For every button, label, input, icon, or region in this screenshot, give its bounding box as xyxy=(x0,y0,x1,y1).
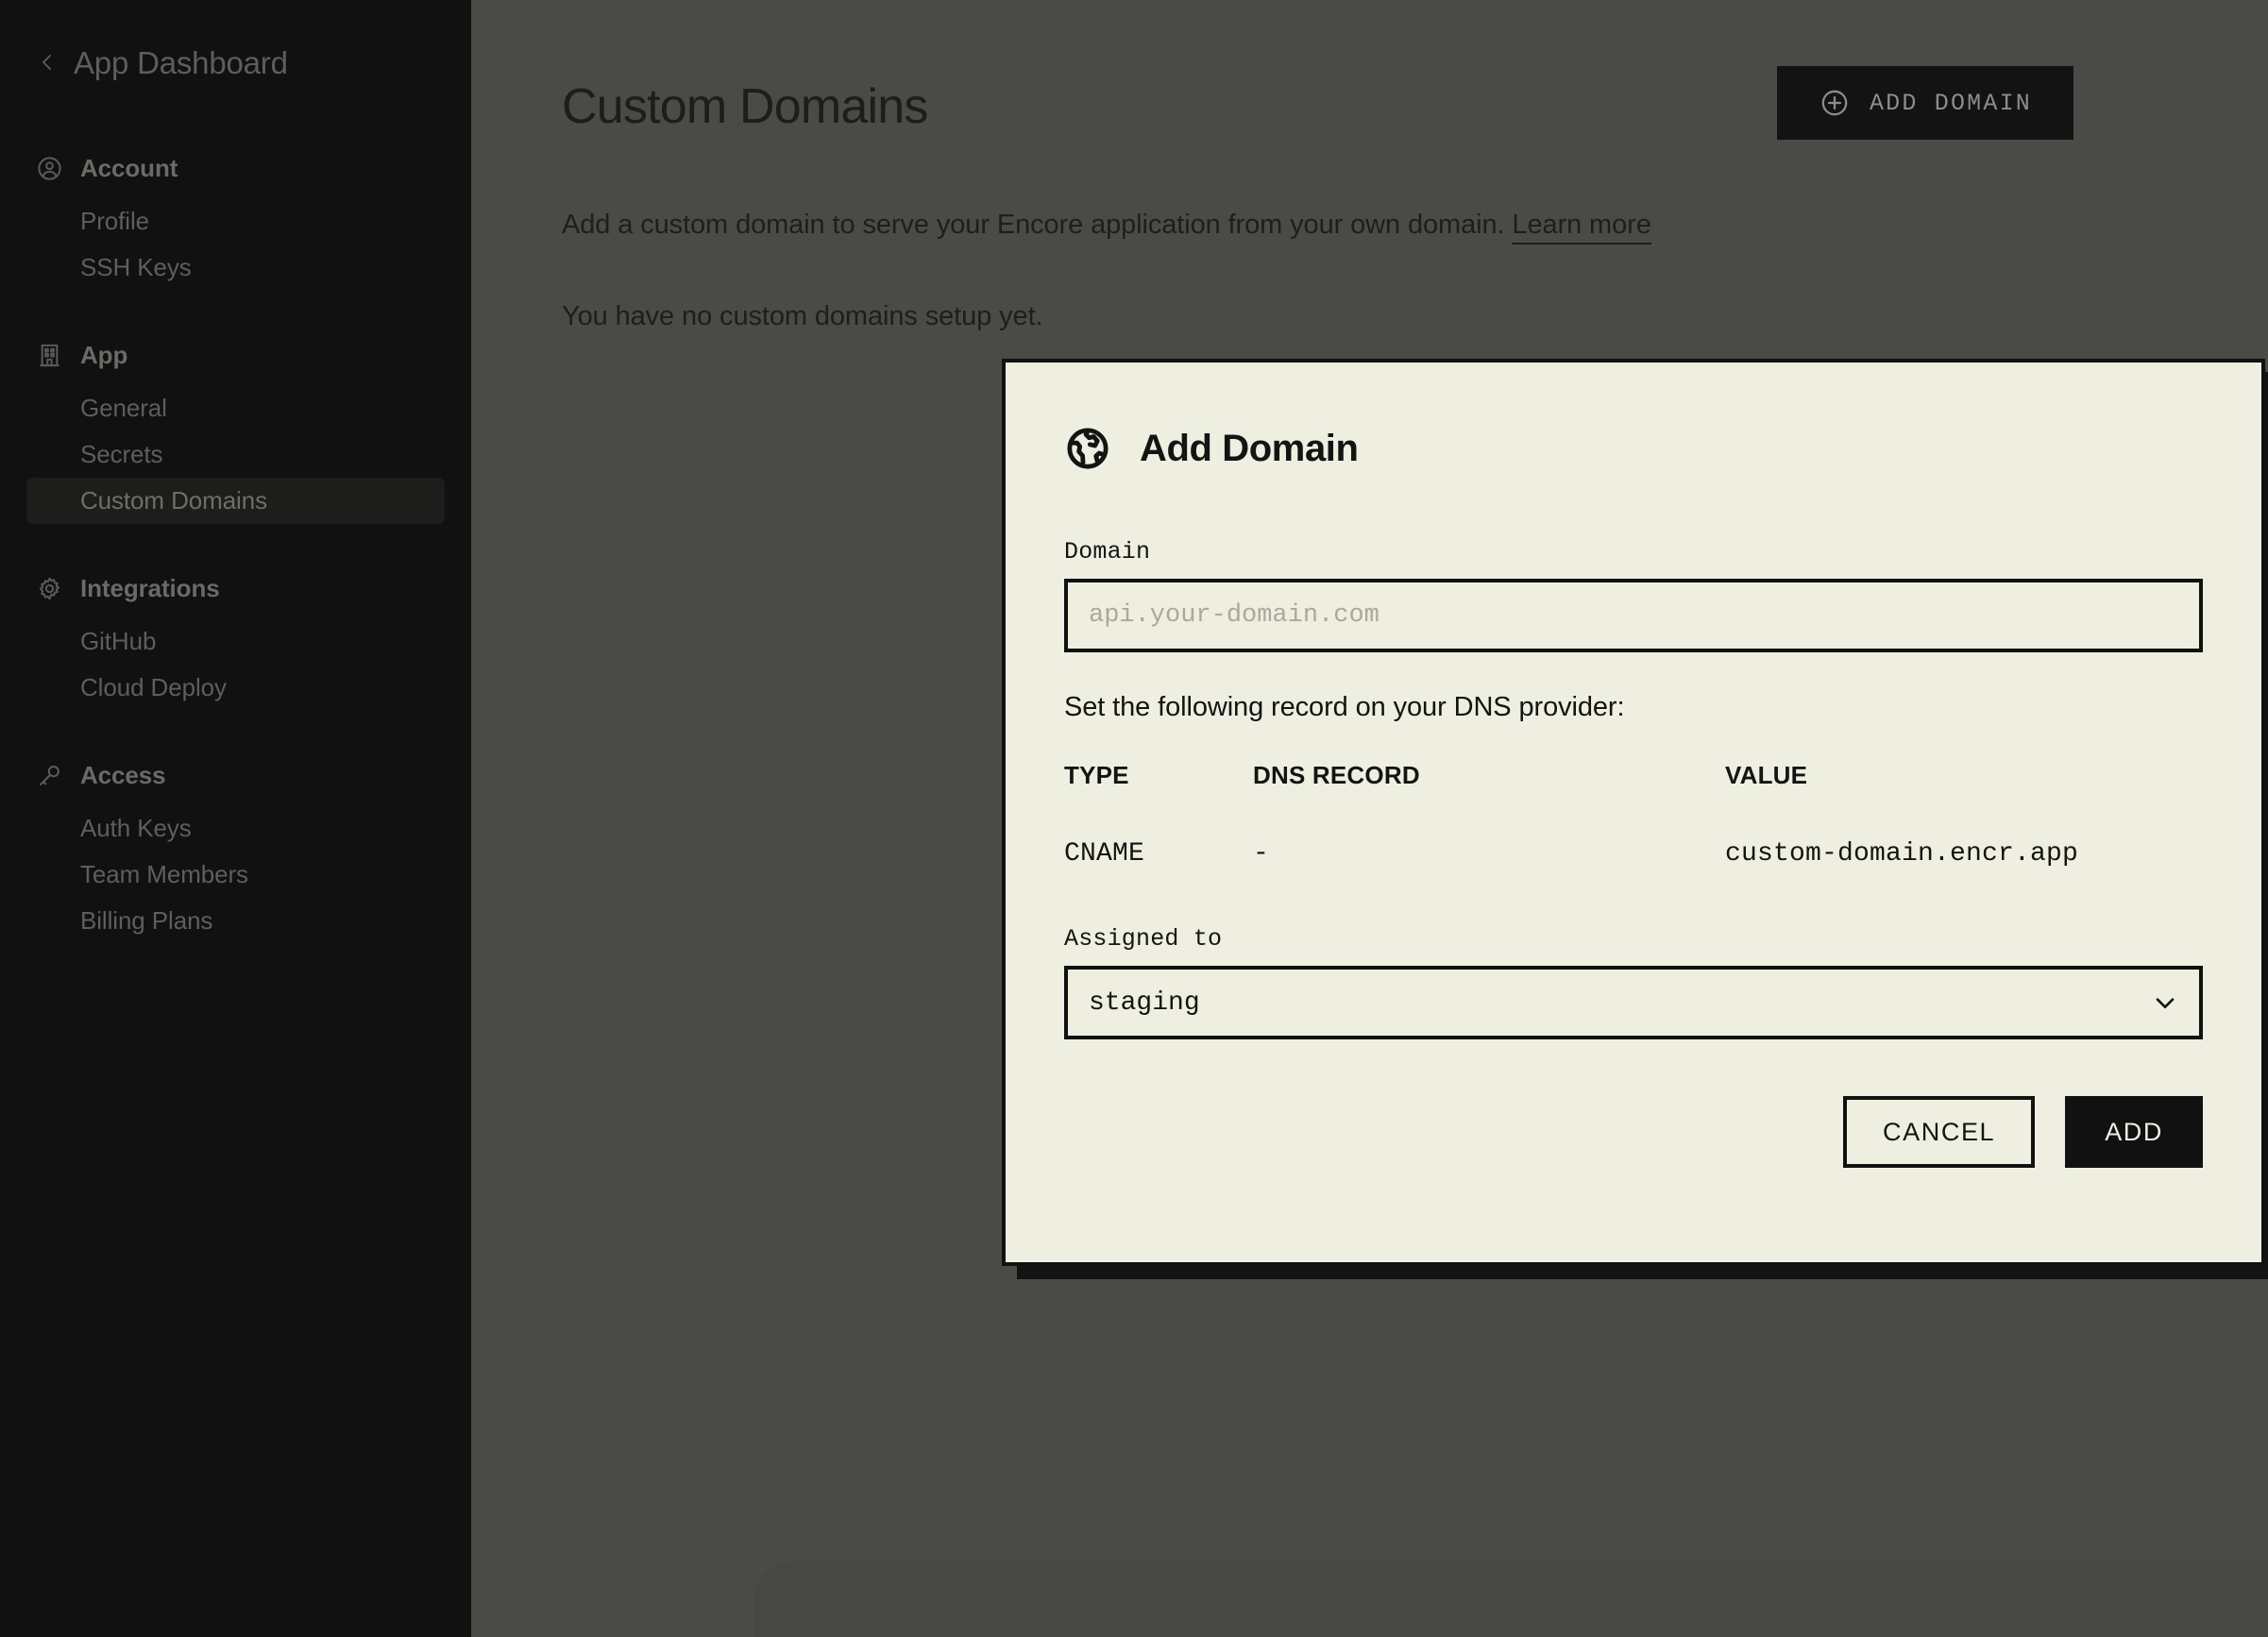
key-icon xyxy=(36,762,63,789)
dialog-title: Add Domain xyxy=(1140,427,1359,469)
column-header-type: TYPE xyxy=(1064,761,1129,789)
back-to-app-dashboard[interactable]: App Dashboard xyxy=(0,36,471,89)
nav-group-app: App General Secrets Custom Domains xyxy=(0,334,471,524)
domain-field-label: Domain xyxy=(1064,538,1151,565)
nav-group-header-access: Access xyxy=(0,754,471,796)
sidebar-item-billing-plans[interactable]: Billing Plans xyxy=(26,898,445,944)
nav-group-label: Account xyxy=(80,153,178,182)
cell-dns-record: - xyxy=(1253,839,1270,869)
nav-group-access: Access Auth Keys Team Members Billing Pl… xyxy=(0,754,471,944)
background-panel xyxy=(754,1561,2268,1637)
page-title: Custom Domains xyxy=(562,79,928,134)
add-domain-dialog: Add Domain Domain Set the following reco… xyxy=(1002,359,2265,1266)
empty-state-message: You have no custom domains setup yet. xyxy=(562,301,1043,331)
sidebar-item-custom-domains[interactable]: Custom Domains xyxy=(26,478,445,524)
sidebar: App Dashboard Account Profile SSH Keys A… xyxy=(0,0,471,1637)
globe-icon xyxy=(1064,425,1111,472)
dialog-header: Add Domain xyxy=(1064,363,2203,472)
plus-circle-icon xyxy=(1819,87,1851,119)
page-description-text: Add a custom domain to serve your Encore… xyxy=(562,210,1505,240)
learn-more-link[interactable]: Learn more xyxy=(1512,210,1651,245)
nav-group-header-integrations: Integrations xyxy=(0,567,471,609)
nav-group-label: Access xyxy=(80,760,166,789)
dns-records-table: TYPE DNS RECORD VALUE CNAME - custom-dom… xyxy=(1064,761,2203,869)
page-description: Add a custom domain to serve your Encore… xyxy=(562,210,2268,245)
nav-group-header-app: App xyxy=(0,334,471,376)
nav-group-header-account: Account xyxy=(0,147,471,189)
app-root: App Dashboard Account Profile SSH Keys A… xyxy=(0,0,2268,1637)
column-header-value: VALUE xyxy=(1725,761,1808,789)
sidebar-item-team-members[interactable]: Team Members xyxy=(26,852,445,898)
add-domain-button[interactable]: ADD DOMAIN xyxy=(1776,66,2073,140)
assigned-to-label: Assigned to xyxy=(1064,925,1223,953)
table-row: CNAME - custom-domain.encr.app xyxy=(1064,798,2203,869)
dns-instruction-text: Set the following record on your DNS pro… xyxy=(1064,692,1625,722)
cancel-button[interactable]: CANCEL xyxy=(1843,1096,2036,1168)
nav-group-label: App xyxy=(80,340,128,369)
gear-icon xyxy=(36,575,63,602)
chevron-left-icon xyxy=(36,51,59,74)
sidebar-item-auth-keys[interactable]: Auth Keys xyxy=(26,805,445,852)
domain-input[interactable] xyxy=(1064,579,2203,652)
sidebar-item-ssh-keys[interactable]: SSH Keys xyxy=(26,245,445,291)
cell-type: CNAME xyxy=(1064,839,1145,869)
nav-group-label: Integrations xyxy=(80,573,220,602)
page-content: Custom Domains ADD DOMAIN Add a custom d… xyxy=(471,0,2268,332)
nav-group-account: Account Profile SSH Keys xyxy=(0,147,471,291)
assigned-to-select[interactable]: staging xyxy=(1064,966,2203,1039)
page-header: Custom Domains ADD DOMAIN xyxy=(562,66,2268,140)
user-circle-icon xyxy=(36,155,63,182)
add-button[interactable]: ADD xyxy=(2065,1096,2203,1168)
table-header-row: TYPE DNS RECORD VALUE xyxy=(1064,761,2203,798)
sidebar-item-general[interactable]: General xyxy=(26,385,445,431)
column-header-dns-record: DNS RECORD xyxy=(1253,761,1420,789)
dialog-actions: CANCEL ADD xyxy=(1064,1096,2203,1168)
nav-group-integrations: Integrations GitHub Cloud Deploy xyxy=(0,567,471,711)
sidebar-item-github[interactable]: GitHub xyxy=(26,618,445,665)
add-domain-button-label: ADD DOMAIN xyxy=(1869,89,2032,117)
building-icon xyxy=(36,342,63,369)
sidebar-item-secrets[interactable]: Secrets xyxy=(26,431,445,478)
sidebar-item-profile[interactable]: Profile xyxy=(26,198,445,245)
main-content: Custom Domains ADD DOMAIN Add a custom d… xyxy=(471,0,2268,1637)
back-label: App Dashboard xyxy=(74,44,288,80)
cell-value: custom-domain.encr.app xyxy=(1725,839,2079,869)
assigned-to-select-wrapper: staging xyxy=(1064,966,2203,1039)
sidebar-item-cloud-deploy[interactable]: Cloud Deploy xyxy=(26,665,445,711)
assigned-to-value: staging xyxy=(1089,987,1200,1018)
